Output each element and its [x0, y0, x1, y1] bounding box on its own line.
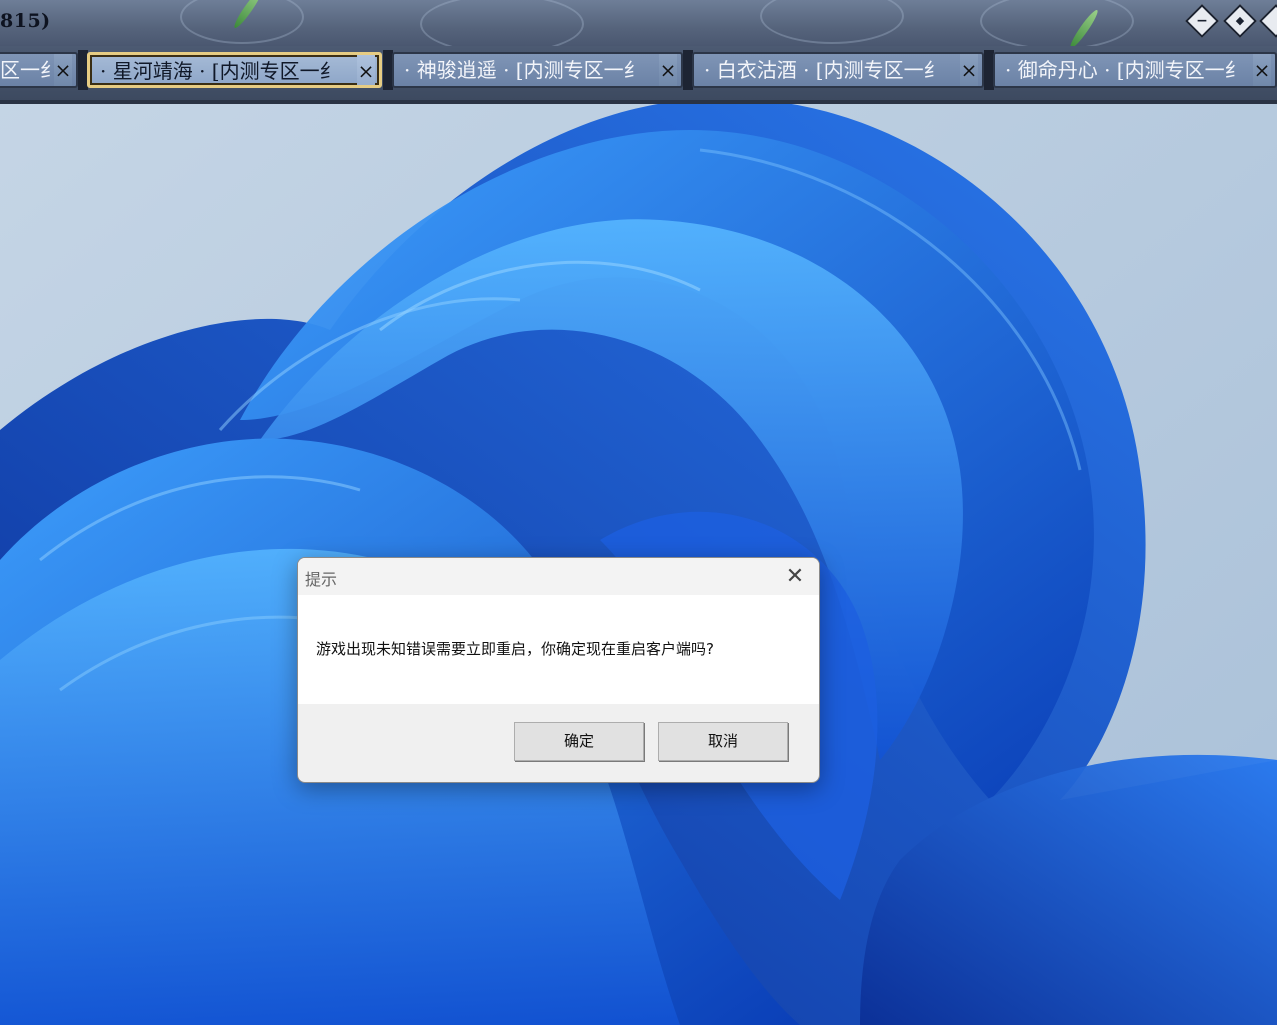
tab-xinghe-jinghai[interactable]: · 星河靖海 · [内测专区一纟 × — [87, 52, 382, 88]
restart-prompt-dialog: 提示 ✕ 游戏出现未知错误需要立即重启，你确定现在重启客户端吗? 确定 取消 — [297, 557, 820, 783]
minimize-button[interactable]: − — [1185, 4, 1219, 38]
ok-button[interactable]: 确定 — [514, 722, 644, 761]
close-icon: ✕ — [785, 564, 805, 589]
restore-button[interactable]: ◆ — [1223, 4, 1257, 38]
tab-partial-left[interactable]: 区一纟 × — [0, 52, 78, 88]
tab-label: · 御命丹心 · [内测专区一纟 — [1005, 58, 1245, 82]
dialog-title: 提示 — [305, 570, 338, 589]
window-title: 815) — [0, 10, 51, 32]
tab-label: · 白衣沽酒 · [内测专区一纟 — [704, 58, 944, 82]
tab-close-icon[interactable]: × — [1253, 54, 1271, 86]
tab-close-icon[interactable]: × — [54, 54, 72, 86]
tab-close-icon[interactable]: × — [960, 54, 978, 86]
tab-close-icon[interactable]: × — [357, 55, 375, 85]
tab-yuming-danxin[interactable]: · 御命丹心 · [内测专区一纟 × — [993, 52, 1277, 88]
tab-label: · 神骏逍遥 · [内测专区一纟 — [404, 58, 644, 82]
minimize-icon: − — [1196, 13, 1208, 29]
restore-icon: ◆ — [1235, 14, 1245, 27]
cancel-button[interactable]: 取消 — [658, 722, 788, 761]
tab-label: 区一纟 — [0, 58, 60, 82]
tab-shenjun-xiaoyao[interactable]: · 神骏逍遥 · [内测专区一纟 × — [392, 52, 683, 88]
tab-label: · 星河靖海 · [内测专区一纟 — [100, 59, 340, 83]
tab-baiyi-guijiu[interactable]: · 白衣沽酒 · [内测专区一纟 × — [692, 52, 984, 88]
dialog-body: 游戏出现未知错误需要立即重启，你确定现在重启客户端吗? — [298, 595, 819, 704]
game-client-titlebar: 815) − ◆ — [0, 0, 1277, 46]
dialog-message: 游戏出现未知错误需要立即重启，你确定现在重启客户端吗? — [316, 640, 714, 658]
desktop-wallpaper — [0, 0, 1277, 1025]
tab-close-icon[interactable]: × — [659, 54, 677, 86]
close-window-button[interactable] — [1259, 4, 1277, 38]
tab-strip: 区一纟 × · 星河靖海 · [内测专区一纟 × · 神骏逍遥 · [内测专区一… — [0, 46, 1277, 104]
dialog-titlebar[interactable]: 提示 ✕ — [298, 558, 819, 595]
dialog-close-button[interactable]: ✕ — [771, 558, 819, 595]
